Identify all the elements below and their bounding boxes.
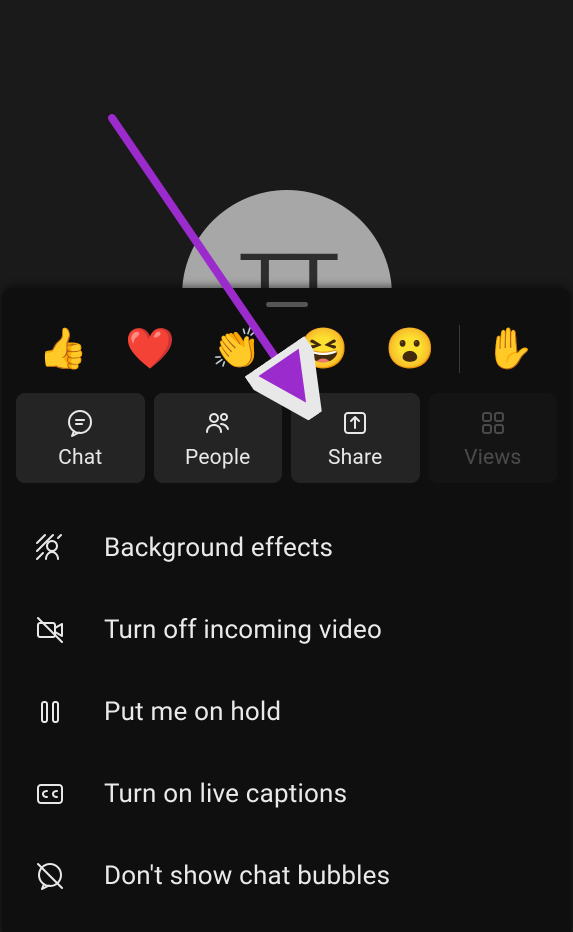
views-label: Views bbox=[464, 446, 521, 470]
chat-bubbles-off-icon bbox=[32, 858, 68, 894]
reaction-applause[interactable]: 👏 bbox=[193, 326, 280, 372]
views-icon bbox=[476, 406, 510, 440]
share-icon bbox=[338, 406, 372, 440]
more-actions-sheet: 👍 ❤️ 👏 😆 😮 ✋ Chat bbox=[2, 288, 571, 932]
menu-list: Background effects Turn off incoming vid… bbox=[2, 501, 571, 917]
reaction-thumbs-up[interactable]: 👍 bbox=[20, 326, 107, 372]
people-label: People bbox=[185, 446, 250, 470]
chat-label: Chat bbox=[58, 446, 102, 470]
menu-label: Put me on hold bbox=[104, 697, 281, 727]
chat-icon bbox=[63, 406, 97, 440]
reaction-raise-hand[interactable]: ✋ bbox=[466, 326, 553, 372]
reaction-surprised[interactable]: 😮 bbox=[367, 326, 454, 372]
captions-icon bbox=[32, 776, 68, 812]
reaction-separator bbox=[459, 325, 460, 373]
menu-label: Background effects bbox=[104, 533, 333, 563]
menu-label: Turn off incoming video bbox=[104, 615, 382, 645]
reaction-laugh[interactable]: 😆 bbox=[280, 326, 367, 372]
sheet-drag-handle[interactable] bbox=[266, 302, 308, 307]
people-icon bbox=[201, 406, 235, 440]
reaction-heart[interactable]: ❤️ bbox=[107, 326, 194, 372]
video-area: TT bbox=[0, 0, 573, 290]
share-button[interactable]: Share bbox=[291, 393, 420, 483]
chat-button[interactable]: Chat bbox=[16, 393, 145, 483]
menu-label: Don't show chat bubbles bbox=[104, 861, 390, 891]
avatar: TT bbox=[182, 190, 392, 290]
share-label: Share bbox=[328, 446, 383, 470]
menu-put-on-hold[interactable]: Put me on hold bbox=[2, 671, 571, 753]
views-button: Views bbox=[429, 393, 558, 483]
menu-turn-off-incoming-video[interactable]: Turn off incoming video bbox=[2, 589, 571, 671]
people-button[interactable]: People bbox=[154, 393, 283, 483]
menu-live-captions[interactable]: Turn on live captions bbox=[2, 753, 571, 835]
menu-label: Turn on live captions bbox=[104, 779, 347, 809]
background-effects-icon bbox=[32, 530, 68, 566]
quick-actions: Chat People Share bbox=[2, 393, 571, 501]
menu-hide-chat-bubbles[interactable]: Don't show chat bubbles bbox=[2, 835, 571, 917]
menu-background-effects[interactable]: Background effects bbox=[2, 507, 571, 589]
avatar-initials: TT bbox=[176, 236, 397, 290]
hold-icon bbox=[32, 694, 68, 730]
reactions-bar: 👍 ❤️ 👏 😆 😮 ✋ bbox=[2, 325, 571, 373]
video-off-icon bbox=[32, 612, 68, 648]
